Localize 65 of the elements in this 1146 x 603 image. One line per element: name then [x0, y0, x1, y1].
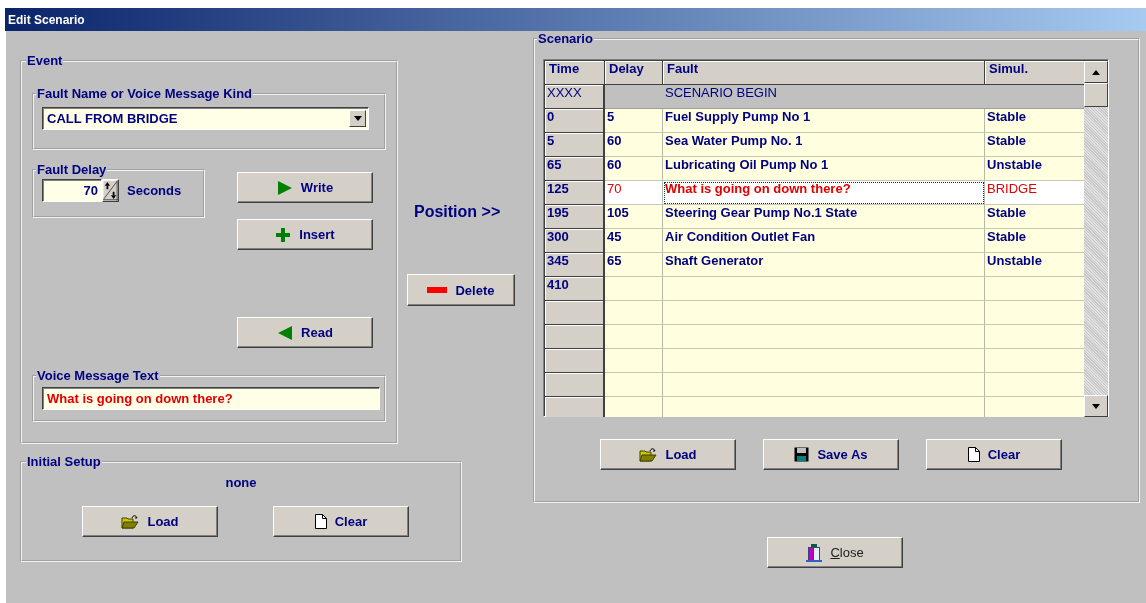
row-header-cell: 5 [545, 133, 605, 157]
number-field[interactable]: 70 [42, 179, 102, 202]
load-button[interactable]: Load [600, 439, 736, 470]
row-header-cell: 65 [545, 157, 605, 181]
dropdown-button[interactable] [349, 110, 366, 127]
clear-button[interactable]: Clear [926, 439, 1062, 470]
column-header[interactable]: Delay [605, 61, 663, 85]
insert-button[interactable]: Insert [237, 219, 373, 250]
folder-icon [121, 514, 140, 529]
group-title: Fault Delay [36, 162, 108, 177]
spin-button[interactable] [102, 179, 119, 202]
window-title: Edit Scenario [8, 12, 85, 27]
caret-icon [353, 116, 362, 121]
table-row[interactable]: 5 60 Sea Water Pump No. 1 Stable [545, 133, 1084, 157]
row-header-cell: XXXX [545, 85, 605, 109]
scroll-down-button[interactable] [1084, 395, 1108, 417]
floppy-icon [794, 447, 810, 462]
page-icon [967, 447, 980, 462]
column-header[interactable]: Simul. [985, 61, 1084, 85]
plus-icon [275, 226, 292, 243]
group-title: Scenario [537, 31, 594, 46]
group-title: Fault Name or Voice Message Kind [36, 86, 254, 101]
delete-button[interactable]: Delete [407, 274, 515, 306]
table-row[interactable]: 410 [545, 277, 1084, 301]
table-row[interactable]: 125 70 What is going on down there? BRIDGE [545, 181, 1084, 205]
table-row[interactable]: 65 60 Lubricating Oil Pump No 1 Unstable [545, 157, 1084, 181]
column-header[interactable]: Fault [663, 61, 985, 85]
read-button[interactable]: Read [237, 317, 373, 348]
table-row[interactable]: 300 45 Air Condition Outlet Fan Stable [545, 229, 1084, 253]
dropdown-field[interactable]: CALL FROM BRIDGE [42, 107, 369, 130]
row-header-cell: 345 [545, 253, 605, 277]
row-header-cell: 125 [545, 181, 605, 205]
folder-icon [639, 447, 658, 462]
scrollbar[interactable] [1084, 61, 1108, 417]
group-title: Event [26, 53, 64, 68]
table-row[interactable]: 345 65 Shaft Generator Unstable [545, 253, 1084, 277]
up-arrow-icon [1092, 69, 1100, 75]
save-as-button[interactable]: Save As [763, 439, 899, 470]
row-header-cell: 300 [545, 229, 605, 253]
write-button[interactable]: Write [237, 172, 373, 203]
row-header-cell: 410 [545, 277, 605, 301]
minus-icon [427, 287, 448, 293]
table-row[interactable]: 0 5 Fuel Supply Pump No 1 Stable [545, 109, 1084, 133]
page-icon [314, 514, 327, 529]
column-header[interactable]: Time [545, 61, 605, 85]
clear-button[interactable]: Clear [273, 506, 409, 537]
down-arrow-icon [1092, 403, 1100, 409]
close-button[interactable]: Close [767, 537, 903, 568]
message-field[interactable]: What is going on down there? [42, 387, 380, 410]
table-row[interactable]: XXXX SCENARIO BEGIN [545, 85, 1084, 109]
position-label: Position >> [414, 203, 501, 221]
table-cell: What is going on down there? [663, 181, 985, 205]
scroll-thumb[interactable] [1084, 83, 1108, 107]
group-title: Voice Message Text [36, 368, 160, 383]
play-icon [276, 179, 293, 196]
group-title: Initial Setup [26, 454, 102, 469]
exit-icon [806, 543, 823, 562]
scroll-up-button[interactable] [1084, 61, 1108, 83]
table-row[interactable]: 195 105 Steering Gear Pump No.1 State Stable [545, 205, 1084, 229]
row-header-cell: 0 [545, 109, 605, 133]
row-header-cell: 195 [545, 205, 605, 229]
left-arrow-icon [277, 324, 294, 341]
setup-value: none [225, 475, 257, 490]
unit-label: Seconds [127, 183, 182, 198]
load-button[interactable]: Load [82, 506, 218, 537]
